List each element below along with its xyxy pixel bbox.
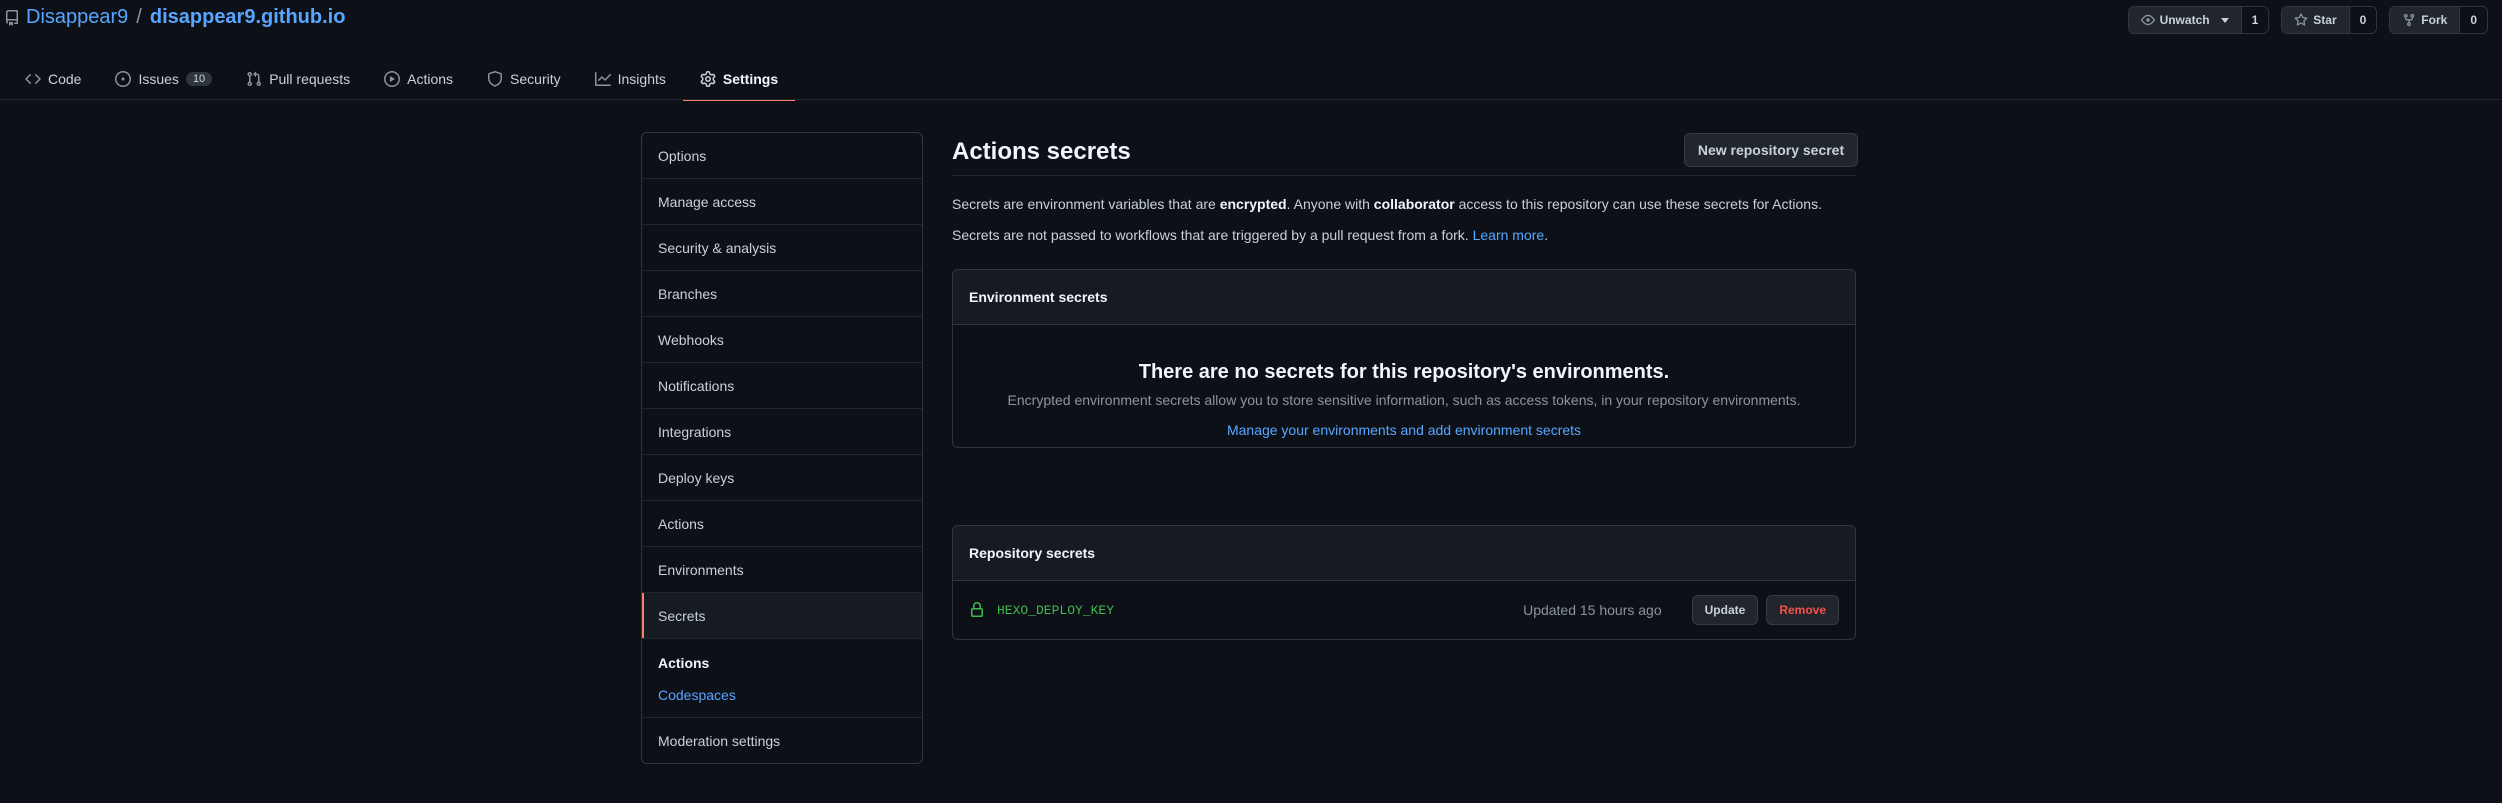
- tabs-divider: [0, 99, 2502, 100]
- tab-issues[interactable]: Issues 10: [98, 58, 229, 100]
- tab-actions-label: Actions: [407, 71, 454, 87]
- shield-icon: [487, 71, 503, 87]
- star-count[interactable]: 0: [2349, 7, 2377, 33]
- fork-icon: [2402, 13, 2416, 27]
- star-label: Star: [2313, 13, 2337, 27]
- fork-button[interactable]: Fork: [2390, 7, 2461, 33]
- gear-icon: [700, 71, 716, 87]
- tab-code-label: Code: [48, 71, 82, 87]
- fork-label: Fork: [2421, 13, 2448, 27]
- tab-security[interactable]: Security: [470, 58, 578, 100]
- environment-secrets-blankslate: There are no secrets for this repository…: [953, 325, 1855, 447]
- title-divider: [952, 175, 1856, 176]
- repo-header-actions: Unwatch 1 Star 0 Fork 0: [2127, 6, 2488, 34]
- repo-icon: [4, 9, 20, 26]
- tab-pull-requests[interactable]: Pull requests: [229, 58, 367, 100]
- tab-security-label: Security: [510, 71, 561, 87]
- unwatch-label: Unwatch: [2159, 13, 2210, 27]
- tab-insights-label: Insights: [617, 71, 666, 87]
- sidebar-item-manage-access[interactable]: Manage access: [642, 179, 922, 225]
- sidebar-item-security-analysis[interactable]: Security & analysis: [642, 225, 922, 271]
- play-icon: [384, 71, 401, 87]
- tab-actions[interactable]: Actions: [367, 58, 470, 100]
- sidebar-item-options[interactable]: Options: [642, 133, 922, 179]
- tab-pull-requests-label: Pull requests: [269, 71, 351, 87]
- blankslate-text: Encrypted environment secrets allow you …: [1007, 392, 1801, 408]
- desc-text-1: Secrets are environment variables that a…: [952, 196, 1220, 212]
- lock-icon: [969, 602, 985, 618]
- desc-text-2: . Anyone with: [1286, 196, 1374, 212]
- issues-counter: 10: [185, 72, 213, 86]
- learn-more-link[interactable]: Learn more: [1473, 227, 1545, 243]
- page-title: Actions secrets: [952, 138, 1131, 165]
- secret-row: HEXO_DEPLOY_KEY Updated 15 hours ago Upd…: [953, 581, 1855, 639]
- secret-updated-time: Updated 15 hours ago: [1523, 602, 1662, 618]
- tab-settings-label: Settings: [722, 71, 779, 87]
- new-repository-secret-button[interactable]: New repository secret: [1684, 133, 1858, 167]
- fork-note-text: Secrets are not passed to workflows that…: [952, 227, 1473, 243]
- manage-environments-link[interactable]: Manage your environments and add environ…: [1227, 422, 1581, 438]
- sidebar-item-webhooks[interactable]: Webhooks: [642, 317, 922, 363]
- tab-settings[interactable]: Settings: [682, 58, 796, 101]
- issue-icon: [115, 71, 132, 87]
- sidebar-item-secrets[interactable]: Secrets: [642, 593, 922, 639]
- graph-icon: [594, 71, 611, 87]
- sidebar-item-integrations[interactable]: Integrations: [642, 409, 922, 455]
- desc-bold-collaborator: collaborator: [1373, 196, 1455, 212]
- watch-button-group: Unwatch 1: [2127, 6, 2270, 34]
- repo-owner-link[interactable]: Disappear9: [26, 6, 128, 29]
- pull-request-icon: [246, 71, 262, 87]
- sidebar-item-deploy-keys[interactable]: Deploy keys: [642, 455, 922, 501]
- fork-note: Secrets are not passed to workflows that…: [952, 227, 1548, 243]
- repo-tabs: Code Issues 10 Pull requests Actions Sec…: [8, 58, 796, 101]
- star-button-group: Star 0: [2281, 6, 2378, 34]
- desc-bold-encrypted: encrypted: [1219, 196, 1287, 212]
- blankslate-title: There are no secrets for this repository…: [1138, 361, 1670, 383]
- secrets-description: Secrets are environment variables that a…: [952, 196, 1822, 212]
- environment-secrets-box: Environment secrets There are no secrets…: [952, 269, 1856, 448]
- tab-code[interactable]: Code: [8, 58, 98, 100]
- repo-separator: /: [136, 6, 142, 28]
- fork-count[interactable]: 0: [2460, 7, 2487, 33]
- sidebar-item-notifications[interactable]: Notifications: [642, 363, 922, 409]
- remove-secret-button[interactable]: Remove: [1766, 595, 1839, 625]
- desc-text-3: access to this repository can use these …: [1454, 196, 1822, 212]
- fork-button-group: Fork 0: [2389, 6, 2488, 34]
- repo-name-link[interactable]: disappear9.github.io: [150, 6, 346, 29]
- secret-name: HEXO_DEPLOY_KEY: [997, 602, 1115, 618]
- sidebar-item-environments[interactable]: Environments: [642, 547, 922, 593]
- watch-count[interactable]: 1: [2241, 7, 2269, 33]
- unwatch-button[interactable]: Unwatch: [2128, 7, 2242, 33]
- star-icon: [2294, 13, 2308, 27]
- update-secret-button[interactable]: Update: [1691, 595, 1759, 625]
- tab-issues-label: Issues: [138, 71, 179, 87]
- tab-insights[interactable]: Insights: [578, 58, 683, 100]
- sidebar-secrets-subnav: Actions Codespaces: [642, 639, 922, 718]
- repository-secrets-box: Repository secrets HEXO_DEPLOY_KEY Updat…: [952, 525, 1856, 640]
- eye-icon: [2140, 13, 2155, 27]
- environment-secrets-heading: Environment secrets: [953, 270, 1855, 325]
- settings-sidebar: Options Manage access Security & analysi…: [641, 132, 923, 764]
- repo-title: Disappear9 / disappear9.github.io: [4, 6, 345, 29]
- subnav-actions[interactable]: Actions: [658, 655, 906, 671]
- code-icon: [25, 71, 41, 87]
- subnav-codespaces-link[interactable]: Codespaces: [658, 687, 736, 703]
- fork-note-period: .: [1544, 227, 1549, 243]
- sidebar-item-moderation-settings[interactable]: Moderation settings: [642, 718, 922, 763]
- repository-secrets-heading: Repository secrets: [953, 526, 1855, 581]
- sidebar-item-actions[interactable]: Actions: [642, 501, 922, 547]
- star-button[interactable]: Star: [2282, 7, 2350, 33]
- chevron-down-icon: [2220, 17, 2229, 23]
- sidebar-item-branches[interactable]: Branches: [642, 271, 922, 317]
